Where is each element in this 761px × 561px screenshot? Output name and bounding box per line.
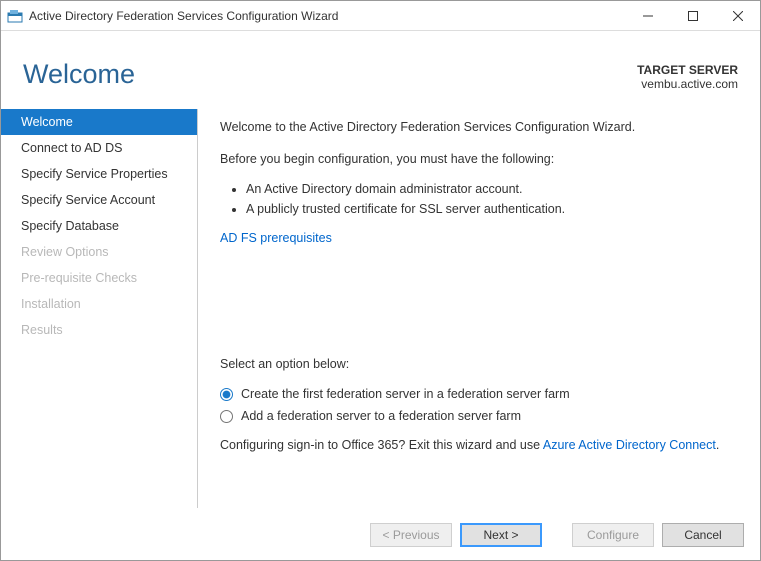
wizard-content: Welcome to the Active Directory Federati… (198, 109, 760, 508)
target-server-block: TARGET SERVER vembu.active.com (637, 63, 738, 91)
option-label: Add a federation server to a federation … (241, 409, 521, 423)
cancel-button[interactable]: Cancel (662, 523, 744, 547)
office365-text: Configuring sign-in to Office 365? Exit … (220, 437, 738, 455)
page-header: Welcome TARGET SERVER vembu.active.com (1, 31, 760, 101)
close-button[interactable] (715, 1, 760, 31)
wizard-footer: < Previous Next > Configure Cancel (1, 508, 760, 560)
azure-ad-connect-link[interactable]: Azure Active Directory Connect (543, 438, 716, 452)
before-text: Before you begin configuration, you must… (220, 151, 738, 169)
page-title: Welcome (23, 59, 135, 90)
option-create-first-server[interactable]: Create the first federation server in a … (220, 387, 738, 401)
titlebar: Active Directory Federation Services Con… (1, 1, 760, 31)
minimize-button[interactable] (625, 1, 670, 31)
step-installation: Installation (1, 291, 197, 317)
step-prerequisite-checks: Pre-requisite Checks (1, 265, 197, 291)
configure-button: Configure (572, 523, 654, 547)
target-server-value: vembu.active.com (637, 77, 738, 91)
step-welcome[interactable]: Welcome (1, 109, 197, 135)
app-icon (7, 8, 23, 24)
step-review-options: Review Options (1, 239, 197, 265)
intro-text: Welcome to the Active Directory Federati… (220, 119, 738, 137)
target-server-label: TARGET SERVER (637, 63, 738, 77)
step-connect-ad-ds[interactable]: Connect to AD DS (1, 135, 197, 161)
radio-add-server[interactable] (220, 410, 233, 423)
step-specify-database[interactable]: Specify Database (1, 213, 197, 239)
step-specify-service-properties[interactable]: Specify Service Properties (1, 161, 197, 187)
select-option-label: Select an option below: (220, 356, 738, 374)
next-button[interactable]: Next > (460, 523, 542, 547)
radio-create-first-server[interactable] (220, 388, 233, 401)
window-title: Active Directory Federation Services Con… (29, 9, 625, 23)
prereq-bullet-list: An Active Directory domain administrator… (220, 182, 738, 216)
prerequisites-link[interactable]: AD FS prerequisites (220, 231, 332, 245)
wizard-steps-sidebar: Welcome Connect to AD DS Specify Service… (1, 109, 197, 508)
option-add-server[interactable]: Add a federation server to a federation … (220, 409, 738, 423)
previous-button: < Previous (370, 523, 452, 547)
maximize-button[interactable] (670, 1, 715, 31)
step-results: Results (1, 317, 197, 343)
step-specify-service-account[interactable]: Specify Service Account (1, 187, 197, 213)
bullet-item: An Active Directory domain administrator… (246, 182, 738, 196)
bullet-item: A publicly trusted certificate for SSL s… (246, 202, 738, 216)
option-label: Create the first federation server in a … (241, 387, 570, 401)
